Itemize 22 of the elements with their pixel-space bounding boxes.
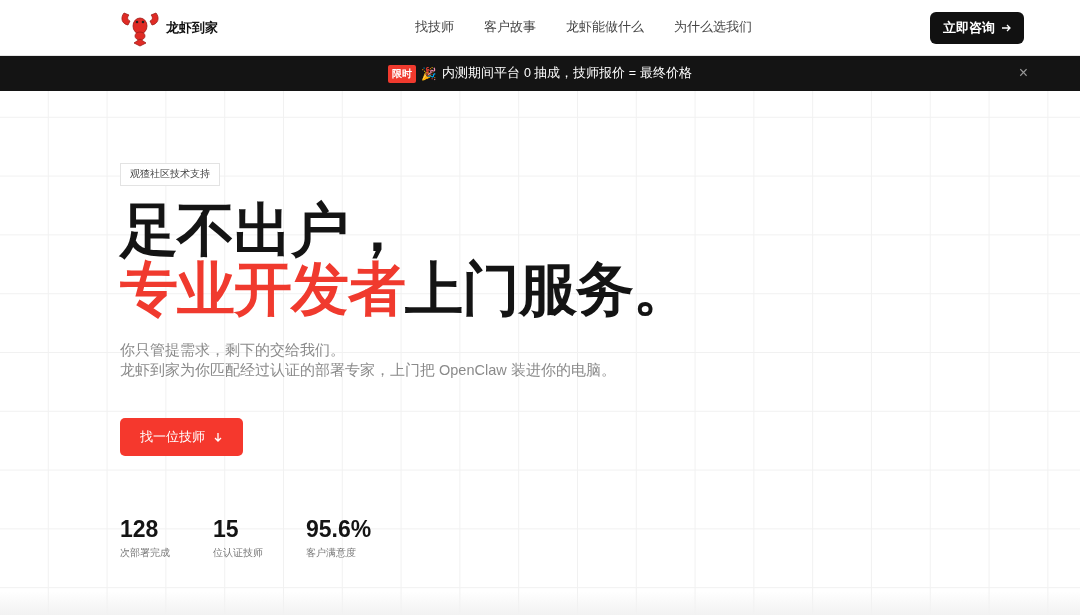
community-badge: 观猹社区技术支持 (120, 163, 220, 186)
stat-label: 位认证技师 (213, 546, 264, 560)
hero-description: 你只管提需求，剩下的交给我们。 龙虾到家为你匹配经过认证的部署专家，上门把 OpenClaw 装进你的电脑。 (120, 341, 617, 380)
party-popper-icon: 🎉 (421, 66, 438, 81)
nav-link[interactable]: 龙虾能做什么 (566, 19, 644, 36)
find-technician-button[interactable]: 找一位技师 (120, 418, 243, 456)
stat-label: 次部署完成 (120, 546, 171, 560)
close-button[interactable]: × (1018, 64, 1028, 82)
nav-link[interactable]: 为什么选我们 (674, 19, 752, 36)
announcement-text: 内测期间平台 0 抽成，技师报价 = 最终价格 (442, 65, 692, 82)
nav-link[interactable]: 找技师 (415, 19, 454, 36)
arrow-right-icon (1001, 22, 1011, 33)
stat-label: 客户满意度 (306, 546, 357, 560)
consult-button[interactable]: 立即咨询 (930, 11, 1024, 44)
hero-heading: 足不出户， 专业开发者上门服务。 (120, 200, 691, 318)
nav-link[interactable]: 客户故事 (484, 19, 536, 36)
arrow-down-icon (213, 432, 223, 442)
stat-value: 128 (120, 516, 160, 542)
stat-value: 15 (213, 516, 240, 542)
promo-tag: 限时 (388, 64, 417, 83)
stat-value: 95.6% (306, 516, 373, 542)
brand-name[interactable]: 龙虾到家 (166, 18, 218, 37)
